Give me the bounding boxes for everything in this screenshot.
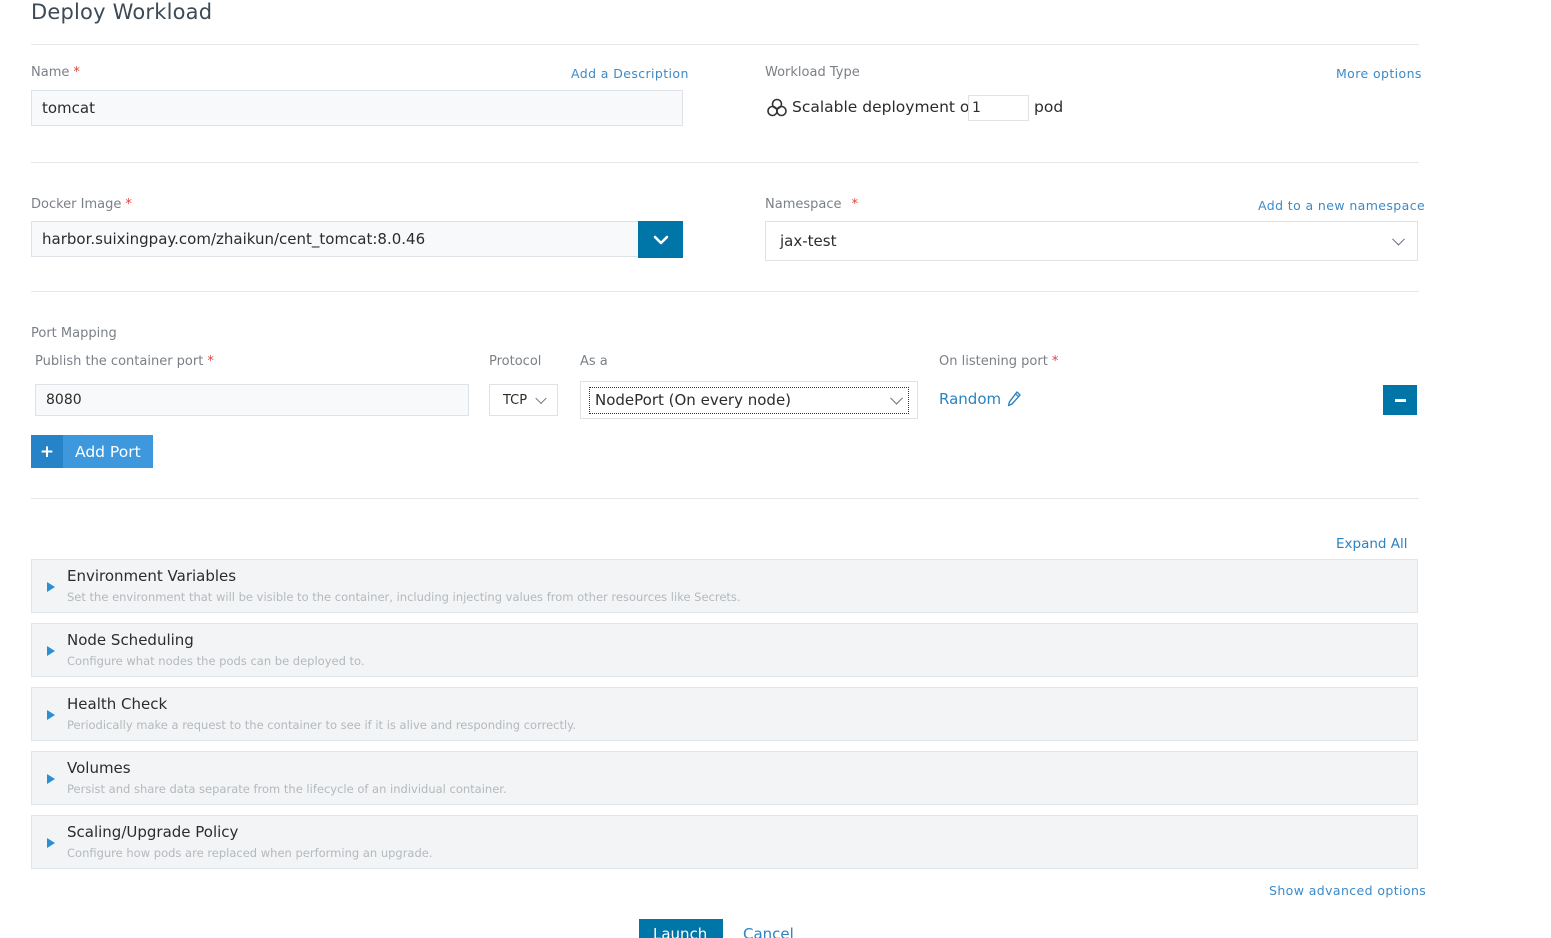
pencil-icon[interactable] <box>1007 391 1021 411</box>
required-mark: * <box>851 197 859 212</box>
expand-arrow-icon <box>47 582 55 592</box>
container-port-value: 8080 <box>46 392 82 408</box>
required-mark: * <box>125 197 132 212</box>
service-type-select[interactable]: NodePort (On every node) <box>580 381 918 419</box>
show-advanced-options-link[interactable]: Show advanced options <box>1269 883 1426 898</box>
expand-arrow-icon <box>47 710 55 720</box>
launch-button[interactable]: Launch <box>639 919 723 938</box>
pod-count-input[interactable]: 1 <box>968 95 1029 121</box>
namespace-label: Namespace * <box>765 197 858 212</box>
more-options-link[interactable]: More options <box>1336 66 1422 81</box>
section-scaling-upgrade-policy[interactable]: Scaling/Upgrade Policy Configure how pod… <box>31 815 1418 869</box>
section-node-scheduling[interactable]: Node Scheduling Configure what nodes the… <box>31 623 1418 677</box>
required-mark: * <box>1051 354 1059 369</box>
listening-port-random[interactable]: Random <box>939 390 1001 408</box>
section-description: Configure what nodes the pods can be dep… <box>67 654 365 668</box>
protocol-header: Protocol <box>489 354 542 369</box>
divider <box>31 162 1419 163</box>
name-input[interactable]: tomcat <box>31 90 683 126</box>
add-description-link[interactable]: Add a Description <box>571 66 689 81</box>
section-environment-variables[interactable]: Environment Variables Set the environmen… <box>31 559 1418 613</box>
section-volumes[interactable]: Volumes Persist and share data separate … <box>31 751 1418 805</box>
chevron-down-icon <box>653 235 668 244</box>
listening-port-header: On listening port * <box>939 354 1058 369</box>
workload-type-prefix: Scalable deployment of <box>792 98 975 116</box>
minus-icon <box>1394 398 1406 402</box>
port-mapping-label: Port Mapping <box>31 326 117 341</box>
namespace-label-text: Namespace <box>765 197 842 212</box>
cancel-label: Cancel <box>743 925 794 938</box>
required-mark: * <box>73 65 80 80</box>
publish-port-header: Publish the container port * <box>35 354 214 369</box>
pod-count-value: 1 <box>972 100 981 116</box>
divider <box>31 498 1419 499</box>
divider <box>31 44 1419 45</box>
section-title: Node Scheduling <box>67 631 194 649</box>
name-label-text: Name <box>31 65 70 80</box>
section-title: Scaling/Upgrade Policy <box>67 823 239 841</box>
name-input-value: tomcat <box>42 99 95 117</box>
docker-image-label: Docker Image * <box>31 197 132 212</box>
expand-arrow-icon <box>47 774 55 784</box>
section-description: Persist and share data separate from the… <box>67 782 507 796</box>
add-port-label: Add Port <box>75 442 141 461</box>
chevron-down-icon <box>1392 232 1405 246</box>
plus-icon: + <box>31 435 63 468</box>
expand-all-link[interactable]: Expand All <box>1336 536 1408 552</box>
namespace-value: jax-test <box>780 232 837 250</box>
section-description: Periodically make a request to the conta… <box>67 718 577 732</box>
add-port-button[interactable]: + Add Port <box>31 435 153 468</box>
workload-type-label: Workload Type <box>765 65 860 80</box>
image-dropdown-button[interactable] <box>638 221 683 258</box>
remove-port-button[interactable] <box>1383 385 1417 415</box>
service-type-value: NodePort (On every node) <box>595 391 792 409</box>
required-mark: * <box>207 354 214 369</box>
launch-label: Launch <box>653 925 708 938</box>
section-title: Health Check <box>67 695 168 713</box>
listening-port-header-text: On listening port <box>939 354 1048 369</box>
expand-arrow-icon <box>47 838 55 848</box>
scalable-deployment-icon <box>766 97 788 123</box>
chevron-down-icon <box>535 392 547 405</box>
protocol-select[interactable]: TCP <box>489 384 558 416</box>
name-label: Name * <box>31 65 80 80</box>
section-health-check[interactable]: Health Check Periodically make a request… <box>31 687 1418 741</box>
section-description: Configure how pods are replaced when per… <box>67 846 433 860</box>
add-namespace-link[interactable]: Add to a new namespace <box>1258 198 1425 213</box>
publish-port-header-text: Publish the container port <box>35 354 204 369</box>
container-port-input[interactable]: 8080 <box>35 384 469 416</box>
docker-image-input[interactable]: harbor.suixingpay.com/zhaikun/cent_tomca… <box>31 221 639 257</box>
docker-image-label-text: Docker Image <box>31 197 122 212</box>
namespace-select[interactable]: jax-test <box>765 221 1418 261</box>
as-a-header: As a <box>580 354 608 369</box>
page-title: Deploy Workload <box>31 0 213 24</box>
divider <box>31 291 1419 292</box>
expand-arrow-icon <box>47 646 55 656</box>
cancel-link[interactable]: Cancel <box>743 919 803 938</box>
section-title: Environment Variables <box>67 567 237 585</box>
section-title: Volumes <box>67 759 131 777</box>
docker-image-value: harbor.suixingpay.com/zhaikun/cent_tomca… <box>42 230 426 248</box>
section-description: Set the environment that will be visible… <box>67 590 741 604</box>
protocol-value: TCP <box>503 392 528 408</box>
workload-type-suffix: pod <box>1034 98 1064 116</box>
